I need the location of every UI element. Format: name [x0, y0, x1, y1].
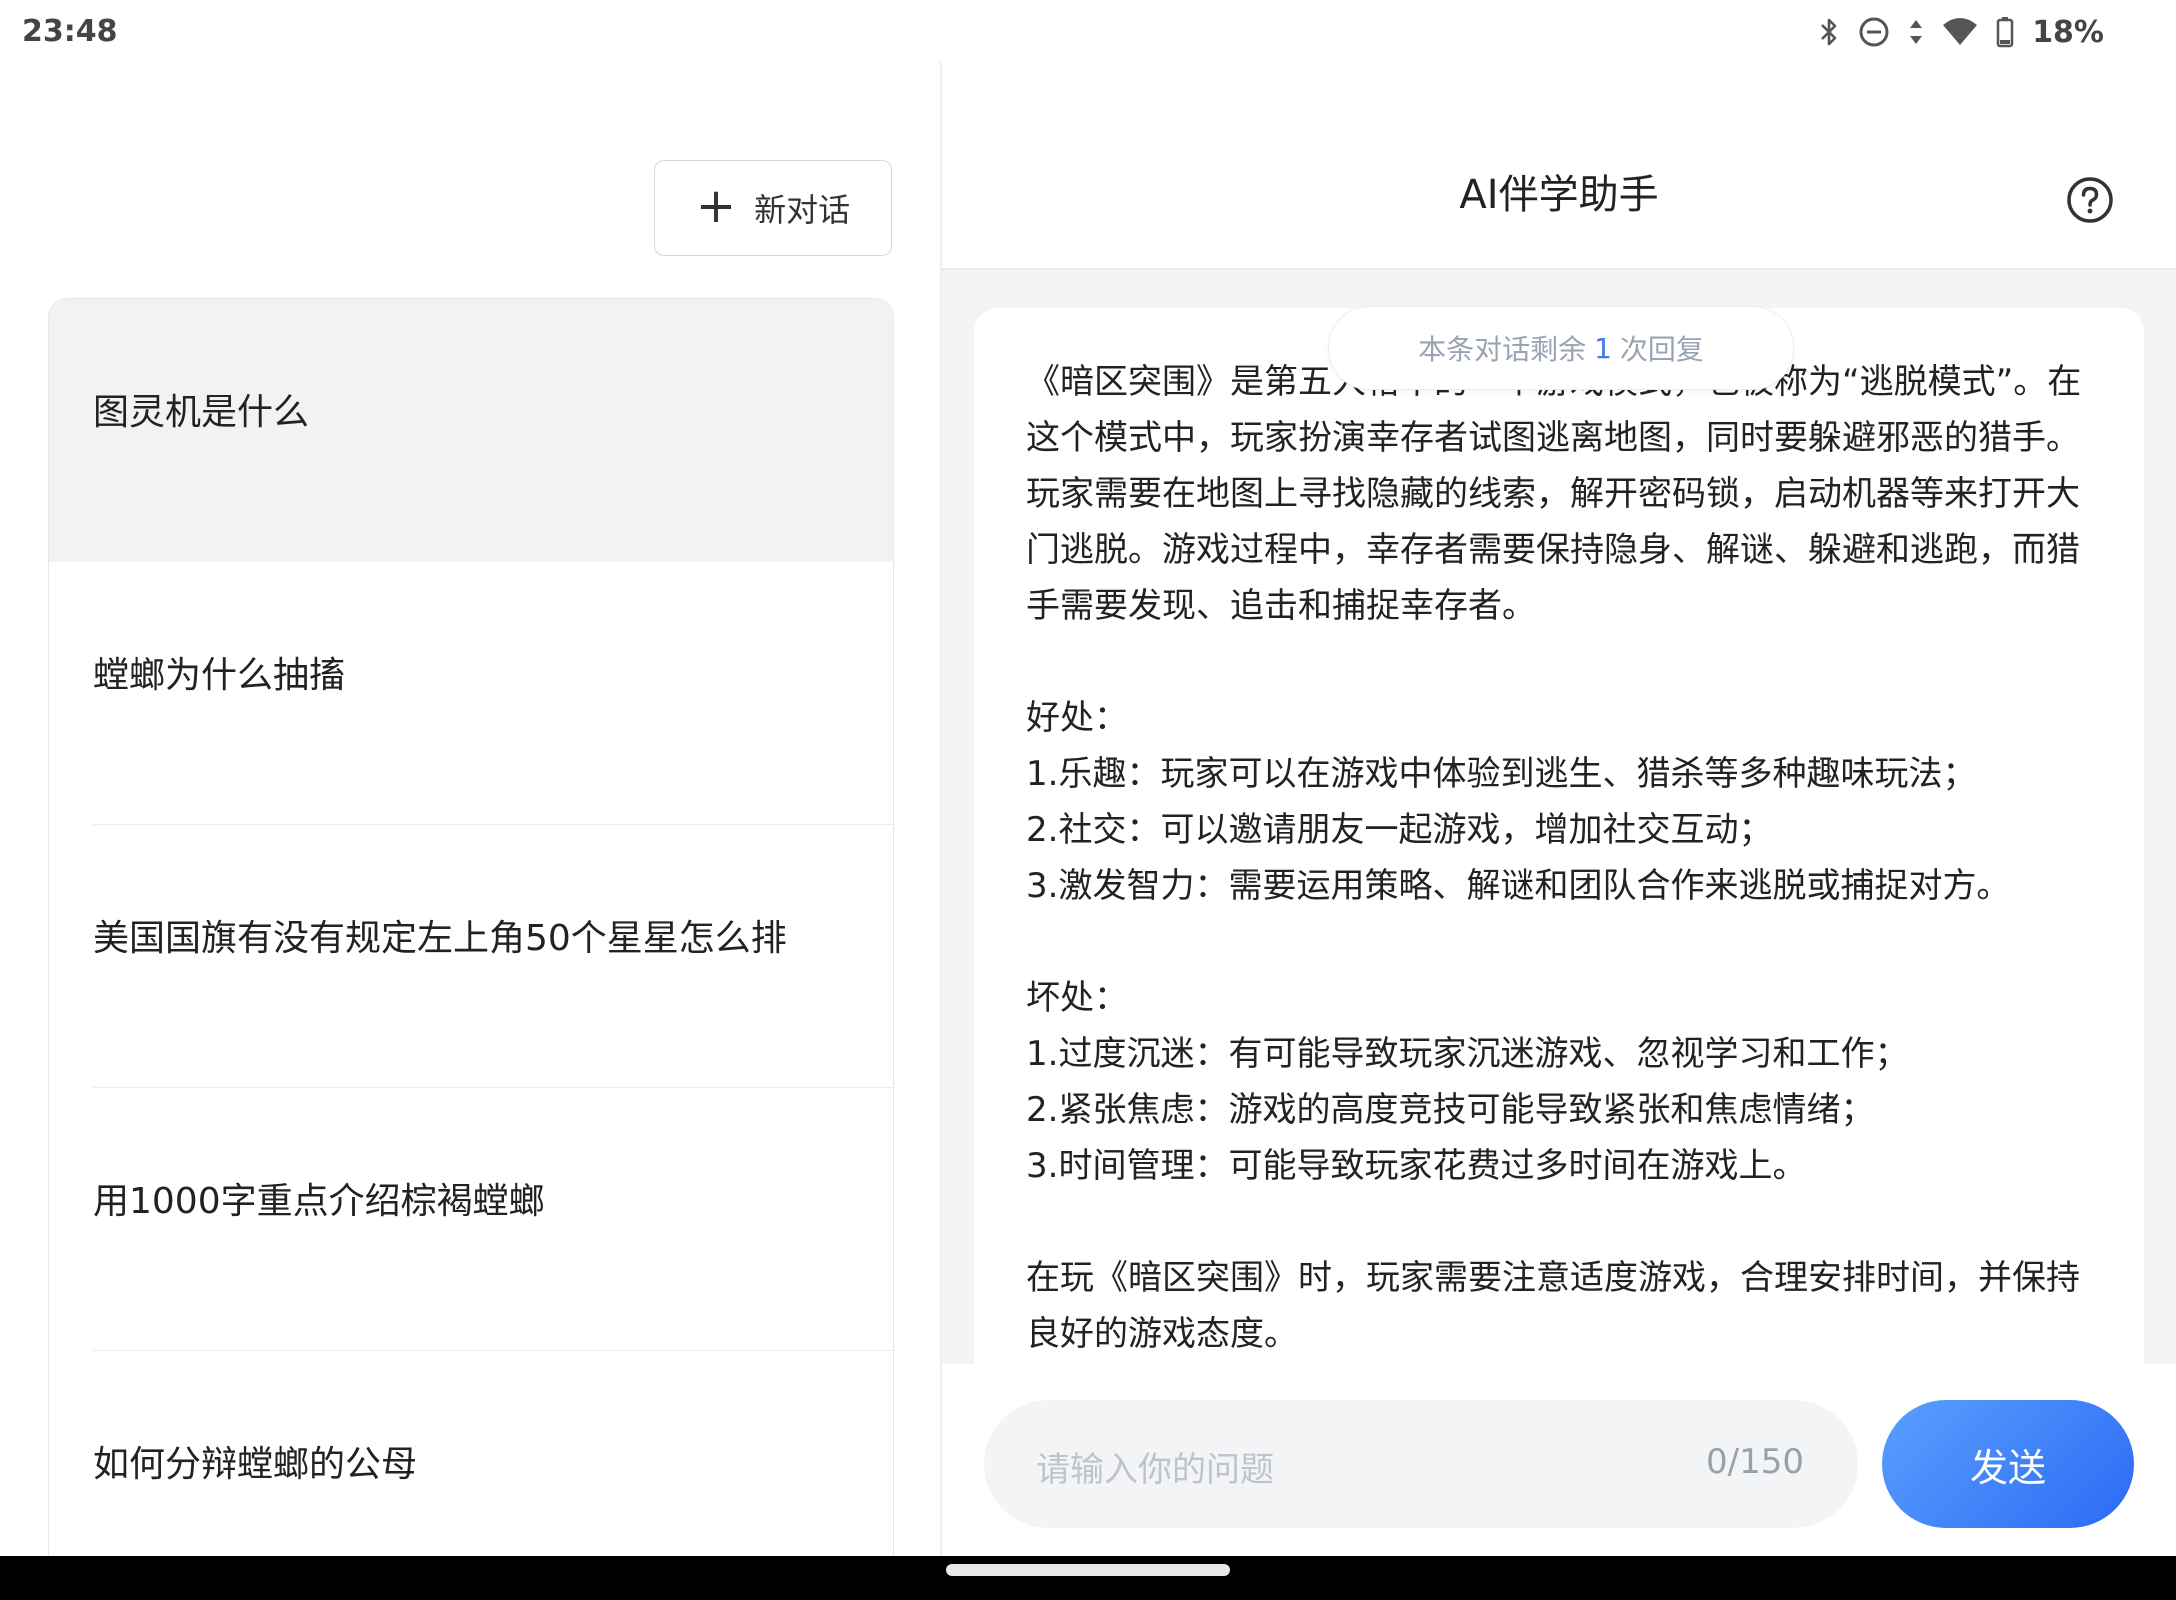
status-bar: 23:48 18% — [0, 0, 2176, 62]
reply-quota-badge: 本条对话剩余 1 次回复 — [1328, 306, 1794, 390]
wifi-icon — [1942, 17, 1978, 47]
battery-percent: 18% — [2032, 14, 2104, 50]
history-item[interactable]: 图灵机是什么 — [49, 299, 893, 562]
history-list: 图灵机是什么 螳螂为什么抽搐 美国国旗有没有规定左上角50个星星怎么排 用100… — [48, 298, 894, 1598]
quota-prefix: 本条对话剩余 — [1418, 333, 1587, 366]
conversation-sidebar: + 新对话 图灵机是什么 螳螂为什么抽搐 美国国旗有没有规定左上角50个星星怎么… — [0, 62, 940, 1598]
chat-header: AI伴学助手 — [942, 62, 2176, 270]
history-item-title: 用1000字重点介绍棕褐螳螂 — [93, 1181, 545, 1222]
help-icon[interactable] — [2066, 176, 2114, 224]
history-item[interactable]: 美国国旗有没有规定左上角50个星星怎么排 — [49, 825, 893, 1088]
bluetooth-icon — [1818, 16, 1840, 48]
send-button[interactable]: 发送 — [1882, 1400, 2134, 1528]
input-placeholder: 请输入你的问题 — [1036, 1450, 1274, 1490]
dnd-icon — [1858, 16, 1890, 48]
ai-message-text: 《暗区突围》是第五人格中的一个游戏模式，也被称为“逃脱模式”。在这个模式中，玩家… — [1026, 362, 2082, 1354]
question-input[interactable]: 请输入你的问题 0/150 — [984, 1400, 1858, 1528]
home-handle[interactable] — [946, 1564, 1230, 1576]
quota-count: 1 — [1594, 331, 1612, 365]
history-item-title: 如何分辩螳螂的公母 — [93, 1444, 418, 1485]
history-item[interactable]: 用1000字重点介绍棕褐螳螂 — [49, 1088, 893, 1351]
char-counter: 0/150 — [1706, 1442, 1804, 1482]
history-item[interactable]: 螳螂为什么抽搐 — [49, 562, 893, 825]
history-item-title: 美国国旗有没有规定左上角50个星星怎么排 — [93, 918, 787, 959]
new-chat-label: 新对话 — [754, 191, 851, 229]
clock: 23:48 — [22, 14, 118, 49]
ai-message-card: 《暗区突围》是第五人格中的一个游戏模式，也被称为“逃脱模式”。在这个模式中，玩家… — [974, 308, 2144, 1418]
data-arrows-icon — [1908, 16, 1924, 48]
navigation-bar — [0, 1556, 2176, 1600]
new-chat-button[interactable]: + 新对话 — [654, 160, 892, 256]
battery-icon — [1996, 16, 2014, 48]
quota-suffix: 次回复 — [1619, 333, 1704, 366]
chat-title: AI伴学助手 — [1459, 172, 1659, 218]
status-icons: 18% — [1818, 10, 2104, 54]
plus-icon: + — [695, 178, 737, 234]
chat-panel: AI伴学助手 《暗区突围》是第五人格中的一个游戏模式，也被称为“逃脱模式”。在这… — [942, 62, 2176, 1556]
history-item-title: 图灵机是什么 — [93, 392, 310, 433]
input-area: 请输入你的问题 0/150 发送 — [942, 1364, 2176, 1556]
history-item-title: 螳螂为什么抽搐 — [93, 655, 346, 696]
